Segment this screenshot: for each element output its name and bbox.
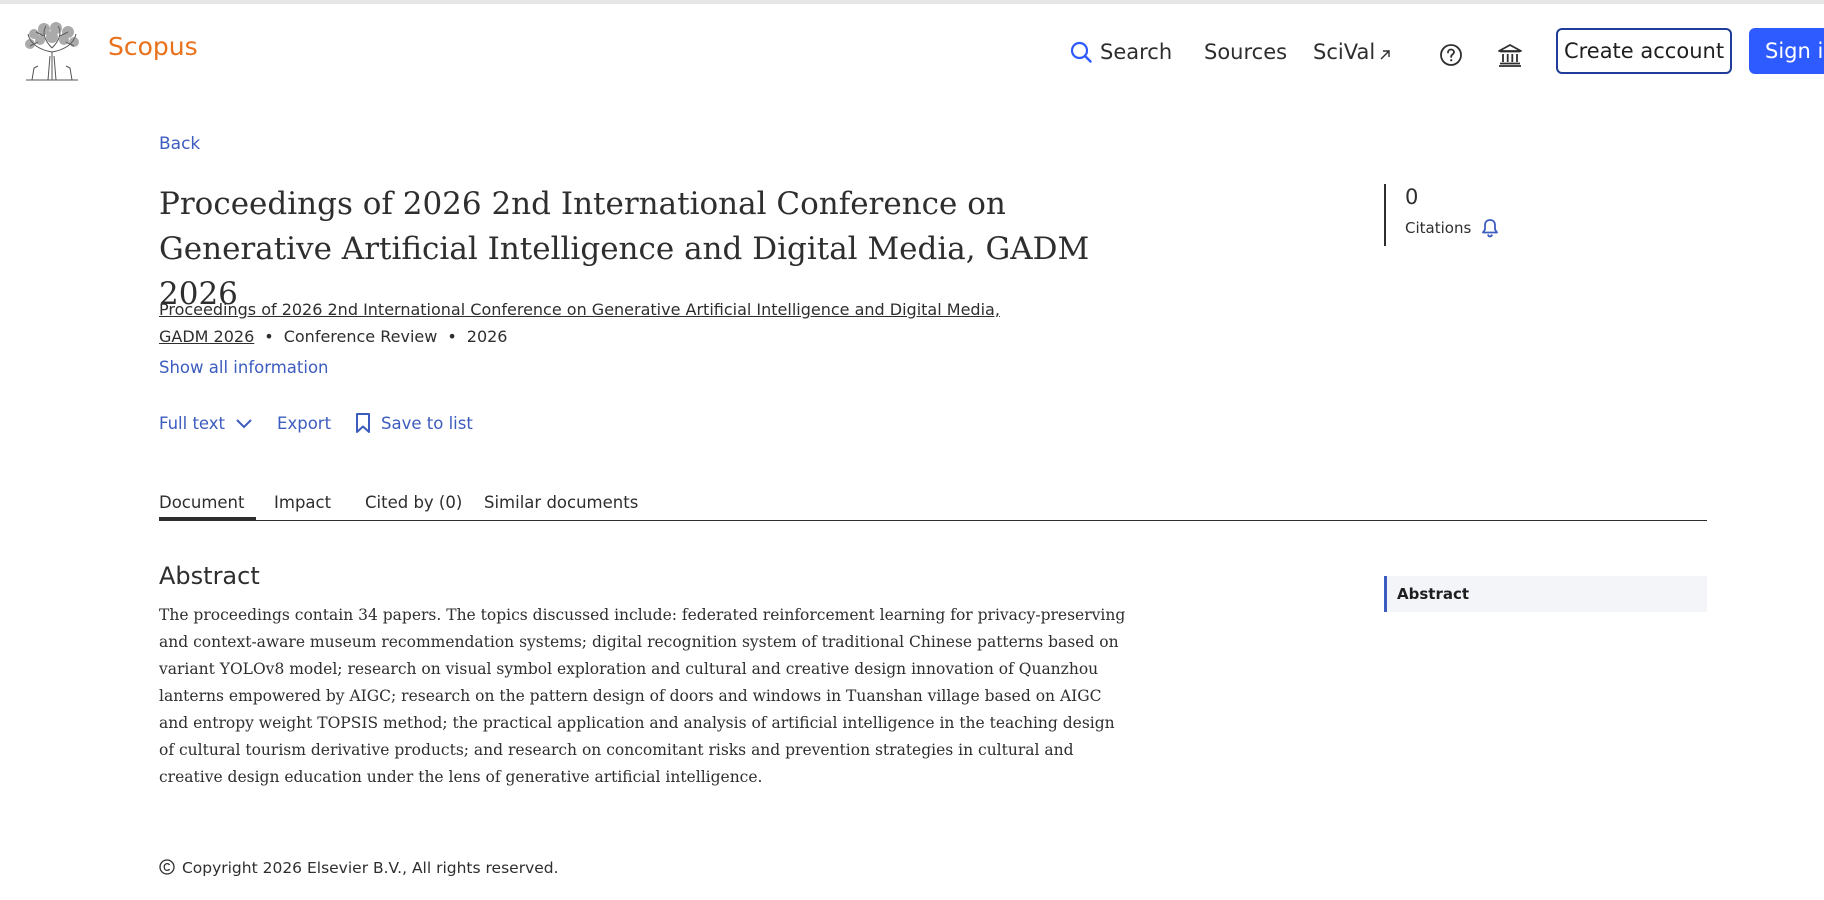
separator-dot: • (264, 327, 274, 346)
tab-document[interactable]: Document (159, 493, 244, 512)
abstract-text: The proceedings contain 34 papers. The t… (159, 606, 1126, 786)
bell-icon (1482, 219, 1499, 238)
citations-label-row: Citations (1405, 218, 1499, 238)
source-info: Proceedings of 2026 2nd International Co… (159, 296, 1039, 350)
full-text-label: Full text (159, 413, 226, 433)
nav-sources[interactable]: Sources (1204, 40, 1287, 64)
publication-year: 2026 (466, 327, 508, 346)
nav-search-label: Search (1100, 40, 1173, 64)
chevron-down-icon (236, 419, 252, 429)
tab-cited-by[interactable]: Cited by (0) (365, 493, 462, 512)
nav-search[interactable]: Search (1070, 40, 1172, 64)
institution-icon (1498, 44, 1522, 67)
show-all-information-link[interactable]: Show all information (159, 358, 329, 377)
sign-in-button[interactable]: Sign in (1749, 28, 1824, 74)
document-tabs: Document Impact Cited by (0) Similar doc… (159, 490, 1707, 521)
help-button[interactable] (1434, 38, 1468, 72)
save-to-list-label: Save to list (381, 413, 473, 433)
search-icon (1070, 41, 1092, 63)
help-icon (1440, 44, 1462, 66)
active-tab-indicator (159, 517, 256, 521)
external-link-icon (1380, 50, 1390, 60)
back-link[interactable]: Back (159, 134, 200, 154)
separator-dot: • (447, 327, 457, 346)
tab-impact[interactable]: Impact (274, 493, 331, 512)
citation-count: 0 (1405, 185, 1419, 209)
citation-alert-button[interactable] (1481, 218, 1499, 238)
full-text-button[interactable]: Full text (159, 414, 253, 433)
nav-scival[interactable]: SciVal (1313, 40, 1391, 64)
elsevier-tree-logo-icon (25, 22, 79, 81)
save-to-list-button[interactable]: Save to list (355, 412, 473, 434)
site-header: Scopus Search Sources SciVal Create acco… (0, 4, 1824, 96)
elsevier-logo[interactable] (20, 22, 84, 82)
copyright-icon (159, 859, 175, 875)
document-type: Conference Review (283, 327, 438, 346)
copyright-footer: Copyright 2026 Elsevier B.V., All rights… (159, 859, 559, 877)
export-button[interactable]: Export (277, 414, 331, 433)
bookmark-icon (356, 413, 371, 433)
citations-panel: 0 Citations (1384, 184, 1499, 246)
abstract-heading: Abstract (159, 562, 260, 590)
scopus-brand[interactable]: Scopus (108, 32, 198, 61)
document-actions: Full text Export Save to list (159, 412, 473, 434)
copyright-text: Copyright 2026 Elsevier B.V., All rights… (181, 859, 559, 877)
tab-similar-documents[interactable]: Similar documents (484, 493, 638, 512)
citations-label: Citations (1405, 219, 1472, 237)
nav-scival-label: SciVal (1313, 40, 1376, 64)
institution-button[interactable] (1493, 38, 1527, 72)
create-account-button[interactable]: Create account (1556, 28, 1732, 74)
side-nav-abstract[interactable]: Abstract (1384, 576, 1707, 612)
